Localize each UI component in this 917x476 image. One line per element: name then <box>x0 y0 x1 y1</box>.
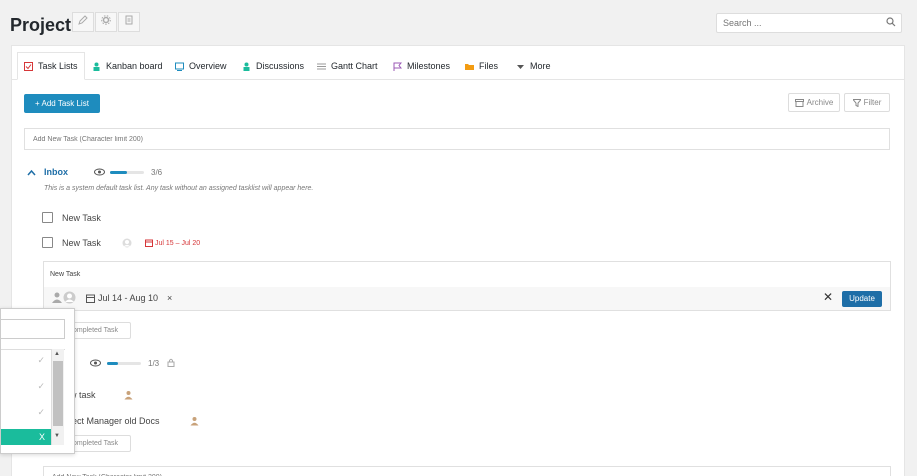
new-task-field <box>24 128 890 150</box>
eye-icon[interactable] <box>94 168 105 176</box>
avatar[interactable] <box>63 291 76 304</box>
list-progress-fill <box>107 362 119 365</box>
tab-milestones[interactable]: Milestones <box>387 52 456 80</box>
chevron-up-icon[interactable] <box>27 168 36 177</box>
tab-kanban-board[interactable]: Kanban board <box>86 52 169 80</box>
task-edit-input[interactable] <box>44 262 890 286</box>
scroll-up-icon[interactable]: ▲ <box>54 351 60 357</box>
clear-date-button[interactable]: × <box>167 293 172 303</box>
new-task-input[interactable] <box>44 468 890 476</box>
assignee-option[interactable]: ✓ <box>1 378 51 394</box>
flag-icon <box>393 62 402 71</box>
task-row: w task <box>70 389 170 403</box>
scrollbar-thumb[interactable] <box>53 361 63 426</box>
assignee-option[interactable]: ✓ <box>1 404 51 420</box>
folder-icon <box>465 63 474 70</box>
new-task-field <box>43 466 891 476</box>
caret-down-icon <box>517 64 524 69</box>
dropdown-scrollbar[interactable]: ▲ ▼ <box>51 349 64 445</box>
kanban-icon <box>93 62 100 71</box>
filter-button[interactable]: Filter <box>844 93 890 112</box>
discussions-icon <box>243 62 250 71</box>
tab-gantt-chart[interactable]: Gantt Chart <box>311 52 384 80</box>
task-edit-form: Jul 14 - Aug 10 × ✕ Update <box>43 261 891 311</box>
assignee-dropdown: ✓ ✓ ✓ X ▲ ▼ <box>0 308 75 454</box>
close-icon[interactable]: ✕ <box>823 290 833 304</box>
archive-icon <box>794 98 804 107</box>
add-task-list-button[interactable]: + Add Task List <box>24 94 100 113</box>
task-checkbox[interactable] <box>42 237 53 248</box>
tab-more[interactable]: More <box>510 52 557 80</box>
calendar-icon <box>145 239 153 247</box>
assignee-option[interactable]: ✓ <box>1 352 51 368</box>
search-icon[interactable] <box>886 17 896 27</box>
search-input[interactable] <box>717 14 877 32</box>
tab-overview[interactable]: Overview <box>169 52 233 80</box>
assignee-option-selected[interactable]: X <box>1 429 51 445</box>
task-edit-toolbar: Jul 14 - Aug 10 × ✕ Update <box>44 287 890 310</box>
update-button[interactable]: Update <box>842 291 882 307</box>
archive-project-button[interactable] <box>118 12 140 32</box>
task-title[interactable]: New Task <box>62 237 101 249</box>
task-row: ject Manager old Docs <box>70 415 270 429</box>
archive-button[interactable]: Archive <box>788 93 840 112</box>
user-icon <box>190 417 199 426</box>
calendar-icon <box>86 294 95 303</box>
avatar <box>122 238 132 248</box>
top-bar: Project 2 <box>0 0 917 44</box>
tab-discussions[interactable]: Discussions <box>236 52 310 80</box>
lock-icon[interactable] <box>167 358 175 367</box>
task-list-icon <box>24 61 33 71</box>
tab-task-lists[interactable]: Task Lists <box>17 52 85 80</box>
task-due-date[interactable]: Jul 15 – Jul 20 <box>145 239 200 247</box>
task-edit-field <box>44 262 890 286</box>
completed-tasks-button[interactable]: ompleted Task <box>66 435 131 452</box>
overview-icon <box>175 62 184 71</box>
gantt-icon <box>317 63 326 69</box>
document-icon <box>125 15 133 25</box>
tab-files[interactable]: Files <box>459 52 504 80</box>
tab-bar: Task Lists Kanban board Overview Discuss… <box>12 46 904 80</box>
settings-button[interactable] <box>95 12 117 32</box>
assignee-search-input[interactable] <box>1 319 65 339</box>
inbox-progress-bar <box>110 171 144 174</box>
list-title-inbox[interactable]: Inbox <box>44 167 68 177</box>
edit-project-button[interactable] <box>72 12 94 32</box>
user-icon[interactable] <box>52 292 62 304</box>
gear-icon <box>101 15 111 25</box>
eye-icon[interactable] <box>90 359 101 367</box>
task-checkbox[interactable] <box>42 212 53 223</box>
scroll-down-icon[interactable]: ▼ <box>54 433 60 439</box>
task-edit-date[interactable]: Jul 14 - Aug 10 × <box>86 293 172 303</box>
list-progress-text: 1/3 <box>148 359 160 368</box>
inbox-description: This is a system default task list. Any … <box>44 185 314 192</box>
filter-icon <box>852 98 861 107</box>
task-row: New Task Jul 15 – Jul 20 <box>42 237 242 251</box>
task-title[interactable]: ject Manager old Docs <box>70 415 160 427</box>
search-box <box>716 13 902 33</box>
user-icon <box>124 391 133 400</box>
task-title[interactable]: New Task <box>62 212 101 224</box>
pencil-icon <box>78 15 88 25</box>
completed-tasks-button[interactable]: ompleted Task <box>66 322 131 339</box>
main-panel: Task Lists Kanban board Overview Discuss… <box>11 45 905 476</box>
list-progress-bar <box>107 362 141 365</box>
new-task-input[interactable] <box>25 129 889 150</box>
inbox-progress-fill <box>110 171 127 174</box>
inbox-progress-text: 3/6 <box>151 168 163 177</box>
